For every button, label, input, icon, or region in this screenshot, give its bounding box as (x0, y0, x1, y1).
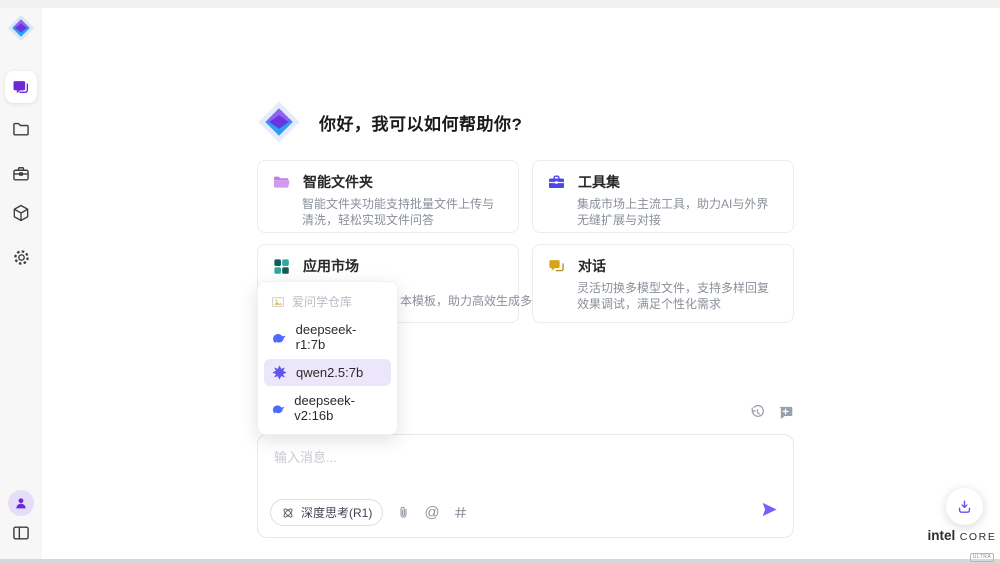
card-description: 灵活切换多模型文件，支持多样回复效果调试，满足个性化需求 (577, 280, 779, 312)
message-input[interactable] (272, 445, 716, 491)
app-logo (6, 13, 36, 43)
message-composer: 深度思考(R1) @ (257, 434, 794, 538)
intel-logo-text: intel (928, 528, 956, 543)
sidebar-item-chat[interactable] (5, 71, 37, 103)
deep-think-toggle[interactable]: 深度思考(R1) (270, 499, 383, 526)
model-dropdown: 爱问学仓库 deepseek-r1:7b qwen2.5:7b deepseek… (257, 281, 398, 435)
card-dialog[interactable]: 对话 灵活切换多模型文件，支持多样回复效果调试，满足个性化需求 (532, 244, 794, 323)
knowledge-base-icon (271, 295, 285, 309)
intel-core-badge: intel core ultra (926, 527, 998, 563)
deep-think-icon (281, 506, 295, 520)
mention-button[interactable]: @ (424, 505, 439, 520)
core-logo-text: core (960, 531, 997, 543)
card-title: 对话 (578, 256, 606, 276)
card-title: 智能文件夹 (303, 172, 373, 192)
hash-icon (453, 505, 468, 520)
app-market-icon (272, 257, 291, 276)
mention-icon: @ (424, 505, 439, 520)
user-avatar[interactable] (8, 490, 34, 516)
composer-toolbar: 深度思考(R1) @ (270, 499, 468, 526)
sidebar-item-models[interactable] (5, 197, 37, 229)
history-icon (749, 404, 766, 421)
model-option-label: qwen2.5:7b (296, 365, 363, 380)
briefcase-icon (11, 164, 31, 184)
download-button[interactable] (946, 488, 983, 525)
folder-icon (11, 119, 31, 139)
model-option-deepseek-r1[interactable]: deepseek-r1:7b (264, 317, 391, 357)
sidebar (0, 8, 42, 559)
panel-toggle-icon (11, 523, 31, 543)
history-button[interactable] (749, 404, 766, 421)
model-option-label: deepseek-r1:7b (296, 322, 384, 352)
model-option-deepseek-v2[interactable]: deepseek-v2:16b (264, 388, 391, 428)
card-title: 工具集 (578, 172, 620, 192)
new-chat-button[interactable] (777, 404, 794, 421)
ultra-badge: ultra (970, 553, 995, 562)
smart-folder-icon (272, 173, 291, 192)
card-toolkit[interactable]: 工具集 集成市场上主流工具，助力AI与外界无缝扩展与对接 (532, 160, 794, 233)
window-bottom-strip (0, 559, 1000, 563)
card-description-partial: 本模板，助力高效生成多 (400, 292, 532, 309)
sidebar-item-folders[interactable] (5, 113, 37, 145)
assistant-logo-icon (257, 100, 301, 144)
conversation-actions (749, 404, 794, 421)
download-icon (956, 498, 973, 515)
model-option-label: deepseek-v2:16b (294, 393, 384, 423)
model-group-label: 爱问学仓库 (292, 293, 352, 310)
greeting-title: 你好，我可以如何帮助你? (319, 110, 522, 135)
model-option-qwen[interactable]: qwen2.5:7b (264, 359, 391, 386)
sidebar-collapse-toggle[interactable] (5, 517, 37, 549)
greeting: 你好，我可以如何帮助你? (257, 100, 522, 144)
chat-icon (11, 77, 31, 97)
dialog-icon (547, 257, 566, 276)
cube-icon (11, 203, 31, 223)
card-smart-folder[interactable]: 智能文件夹 智能文件夹功能支持批量文件上传与清洗，轻松实现文件问答 (257, 160, 519, 233)
sidebar-item-toolbox[interactable] (5, 158, 37, 190)
sidebar-item-settings[interactable] (5, 241, 37, 273)
hash-button[interactable] (453, 505, 468, 520)
send-icon (760, 500, 779, 519)
gear-icon (11, 247, 32, 268)
app-logo-icon (7, 14, 35, 42)
attachment-button[interactable] (396, 505, 411, 520)
deepseek-icon (271, 400, 286, 417)
window-top-strip (0, 0, 1000, 8)
new-chat-icon (777, 404, 794, 421)
deep-think-label: 深度思考(R1) (301, 504, 372, 521)
qwen-icon (271, 364, 288, 381)
card-description: 智能文件夹功能支持批量文件上传与清洗，轻松实现文件问答 (302, 196, 504, 228)
attachment-icon (396, 505, 411, 520)
model-group-header: 爱问学仓库 (264, 288, 391, 315)
card-title: 应用市场 (303, 256, 359, 276)
deepseek-icon (271, 329, 288, 346)
card-description: 集成市场上主流工具，助力AI与外界无缝扩展与对接 (577, 196, 779, 228)
toolkit-icon (547, 173, 566, 192)
person-icon (13, 495, 29, 511)
send-button[interactable] (760, 500, 779, 524)
